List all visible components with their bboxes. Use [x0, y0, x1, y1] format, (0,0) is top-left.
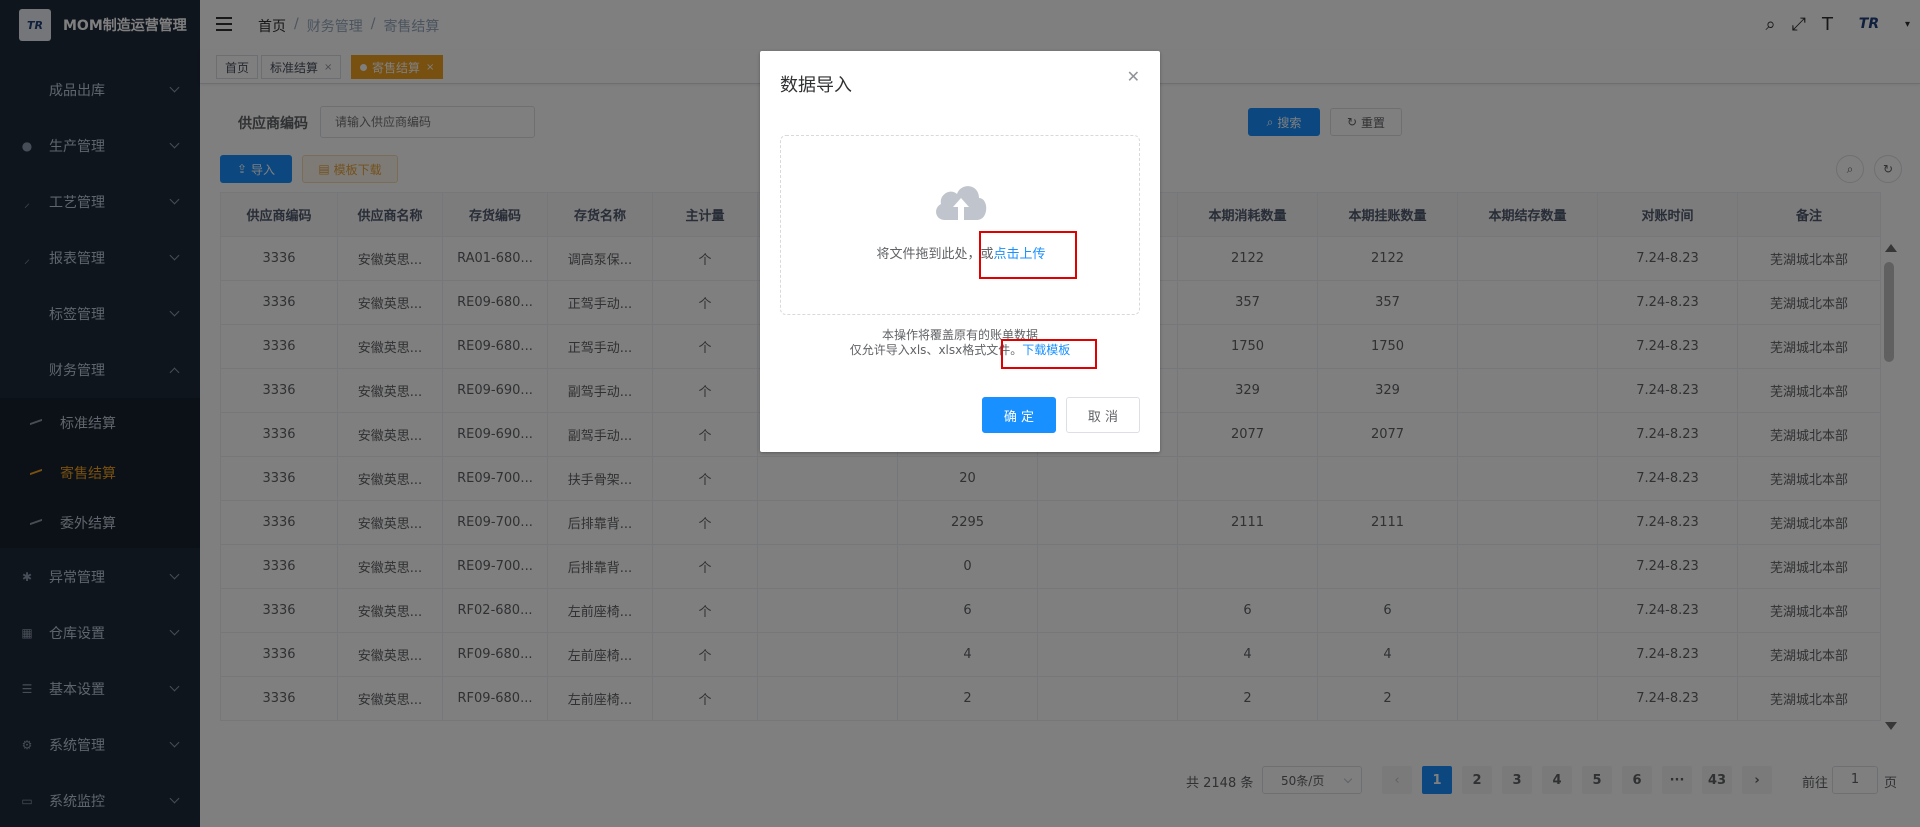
cancel-button[interactable]: 取 消	[1066, 397, 1140, 433]
cloud-upload-icon	[936, 186, 987, 220]
close-icon[interactable]: ✕	[1127, 67, 1140, 86]
annotation-box-template	[1001, 339, 1097, 369]
confirm-button[interactable]: 确 定	[982, 397, 1056, 433]
upload-dropzone[interactable]: 将文件拖到此处，或点击上传	[780, 135, 1140, 315]
upload-hint: 将文件拖到此处，或点击上传	[781, 243, 1141, 262]
format-tip-text: 仅允许导入xls、xlsx格式文件。	[849, 343, 1023, 357]
format-tip: 仅允许导入xls、xlsx格式文件。下载模板	[760, 341, 1160, 358]
upload-hint-text: 将文件拖到此处，或	[876, 247, 994, 262]
import-dialog: 数据导入 ✕ 将文件拖到此处，或点击上传 本操作将覆盖原有的账单数据 仅允许导入…	[760, 51, 1160, 452]
dialog-title: 数据导入	[780, 75, 852, 96]
annotation-box-upload	[979, 231, 1077, 279]
